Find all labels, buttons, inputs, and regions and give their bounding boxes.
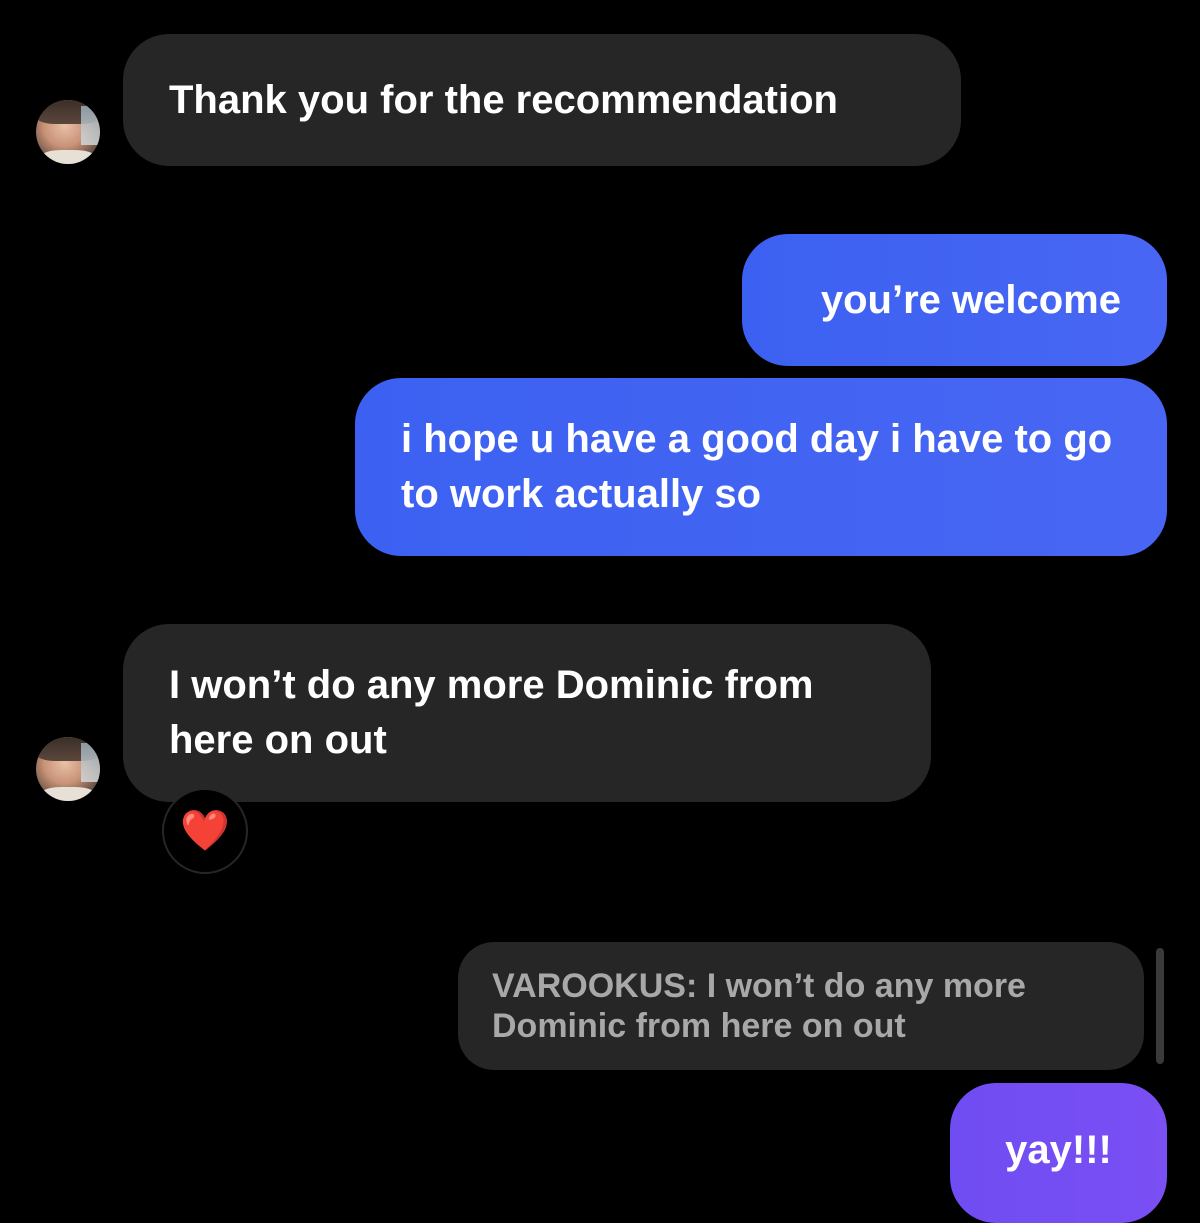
incoming-message-bubble[interactable]: I won’t do any more Dominic from here on… bbox=[123, 624, 931, 802]
outgoing-message-bubble[interactable]: you’re welcome bbox=[742, 234, 1167, 366]
message-text: i hope u have a good day i have to go to… bbox=[401, 417, 1113, 516]
message-text: yay!!! bbox=[1005, 1128, 1112, 1172]
sender-avatar[interactable] bbox=[36, 100, 100, 164]
reply-quote-preview[interactable]: VAROOKUS: I won’t do any more Dominic fr… bbox=[458, 942, 1144, 1070]
message-text: Thank you for the recommendation bbox=[169, 77, 838, 122]
message-text: you’re welcome bbox=[820, 277, 1121, 322]
outgoing-message-bubble[interactable]: i hope u have a good day i have to go to… bbox=[355, 378, 1167, 556]
quoted-text: VAROOKUS: I won’t do any more Dominic fr… bbox=[492, 967, 1026, 1045]
sender-avatar[interactable] bbox=[36, 737, 100, 801]
reply-indicator-bar bbox=[1156, 948, 1164, 1064]
incoming-message-bubble[interactable]: Thank you for the recommendation bbox=[123, 34, 961, 166]
message-text: I won’t do any more Dominic from here on… bbox=[169, 663, 814, 762]
outgoing-message-bubble[interactable]: yay!!! bbox=[950, 1083, 1167, 1223]
heart-reaction-icon[interactable]: ❤️ bbox=[162, 788, 248, 874]
